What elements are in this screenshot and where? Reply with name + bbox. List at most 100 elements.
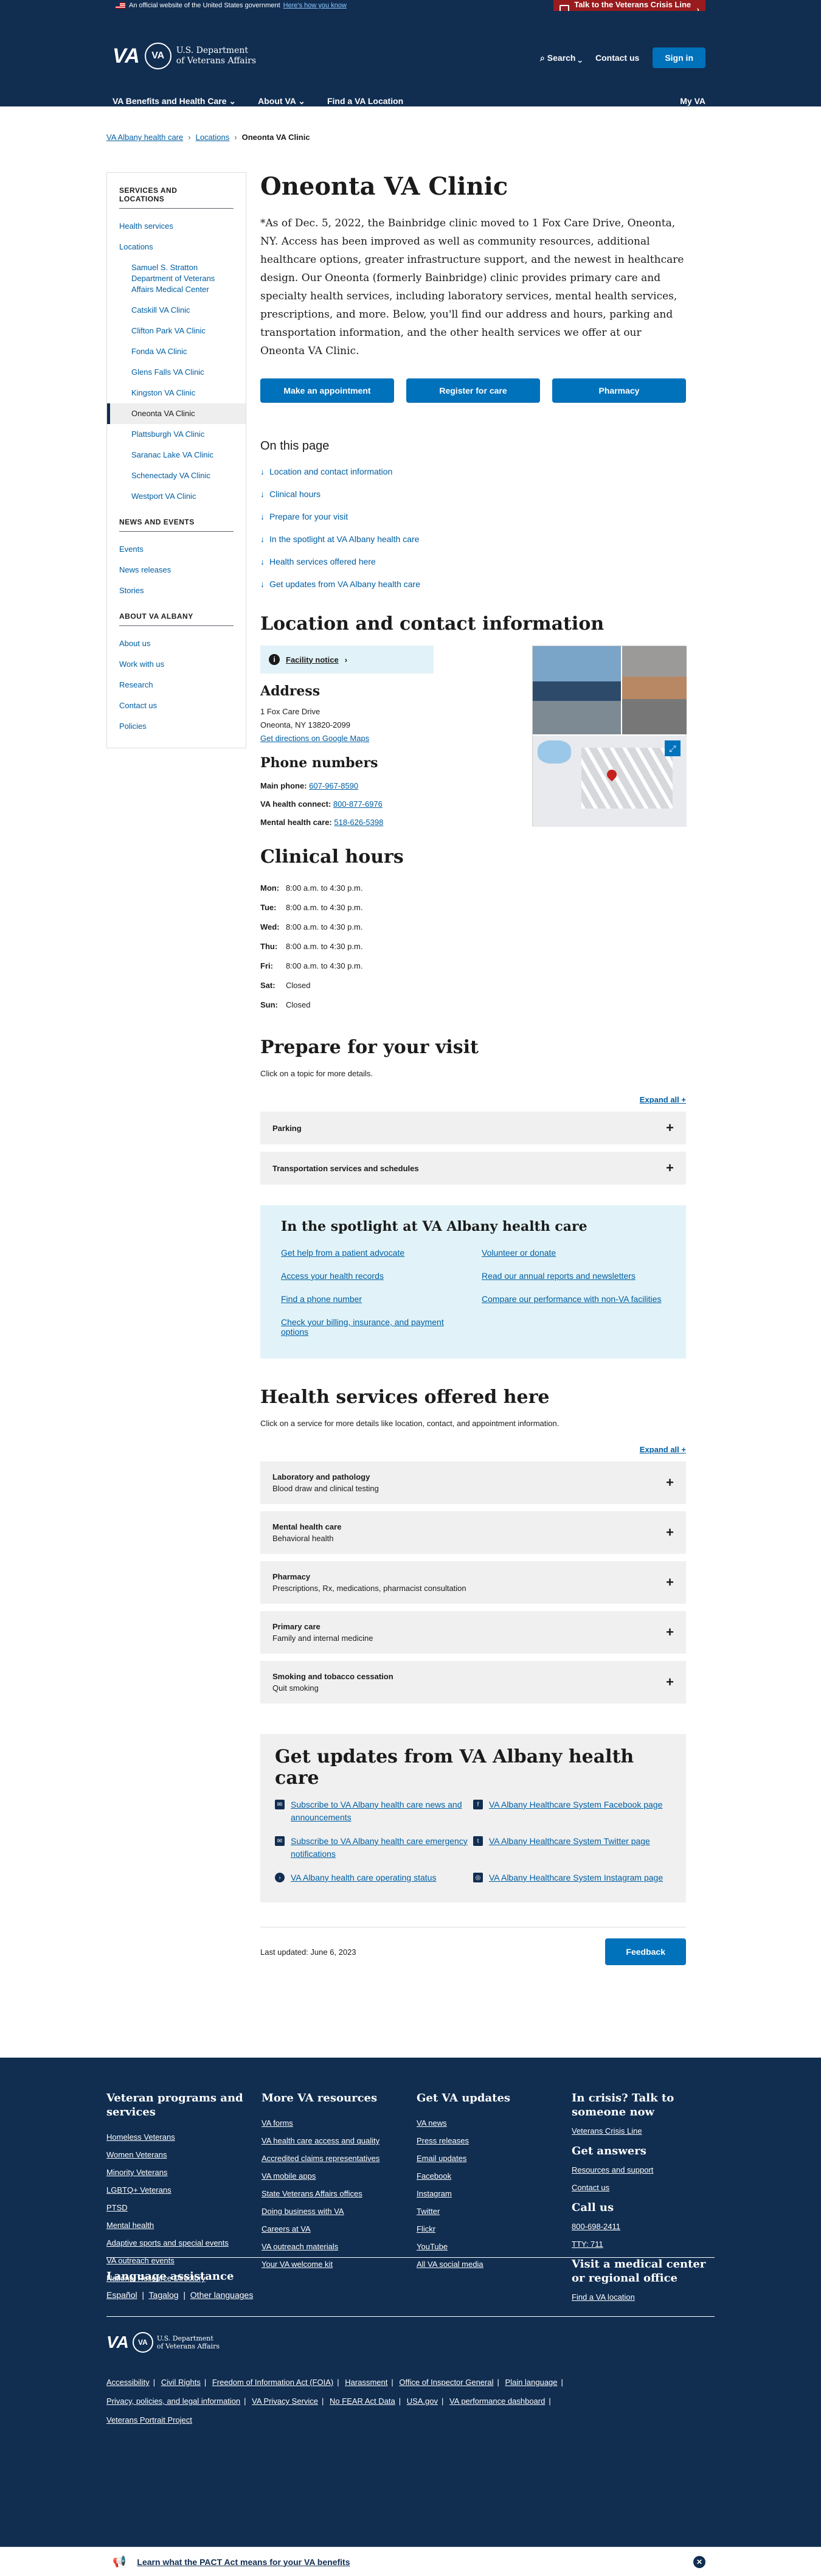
footer-legal-link[interactable]: VA Privacy Service bbox=[252, 2397, 318, 2406]
contact-us-link[interactable]: Contact us bbox=[595, 53, 639, 63]
expand-all-link[interactable]: Expand all + bbox=[640, 1095, 686, 1104]
sidebar-item-health-services[interactable]: Health services bbox=[107, 216, 246, 237]
footer-link[interactable]: Contact us bbox=[572, 2183, 715, 2192]
make-appointment-button[interactable]: Make an appointment bbox=[260, 378, 394, 403]
footer-link[interactable]: Email updates bbox=[417, 2154, 572, 2163]
updates-link[interactable]: Subscribe to VA Albany health care news … bbox=[291, 1798, 473, 1824]
footer-link[interactable]: Resources and support bbox=[572, 2165, 715, 2174]
sidebar-item-facility[interactable]: Fonda VA Clinic bbox=[107, 341, 246, 362]
toc-link[interactable]: Location and contact information bbox=[260, 467, 686, 476]
footer-link[interactable]: Instagram bbox=[417, 2189, 572, 2198]
language-link[interactable]: Other languages bbox=[190, 2290, 254, 2300]
language-link[interactable]: Español bbox=[106, 2290, 137, 2300]
toc-link[interactable]: Get updates from VA Albany health care bbox=[260, 579, 686, 589]
search-button[interactable]: ⌕ Search ⌄ bbox=[540, 53, 582, 63]
sidebar-item-facility[interactable]: Saranac Lake VA Clinic bbox=[107, 445, 246, 465]
phone-link[interactable]: 800-877-6976 bbox=[333, 799, 383, 809]
sidebar-item-stories[interactable]: Stories bbox=[107, 580, 246, 601]
spotlight-link[interactable]: Access your health records bbox=[281, 1271, 465, 1281]
footer-link[interactable]: LGBTQ+ Veterans bbox=[106, 2185, 262, 2195]
accordion-transportation[interactable]: Transportation services and schedules + bbox=[260, 1152, 686, 1185]
toc-link[interactable]: Prepare for your visit bbox=[260, 512, 686, 521]
spotlight-link[interactable]: Get help from a patient advocate bbox=[281, 1248, 465, 1258]
footer-link[interactable]: Accredited claims representatives bbox=[262, 2154, 417, 2163]
close-icon[interactable]: ✕ bbox=[693, 2556, 705, 2568]
sidebar-item-facility[interactable]: Plattsburgh VA Clinic bbox=[107, 424, 246, 445]
breadcrumb-albany[interactable]: VA Albany health care bbox=[106, 133, 183, 142]
sign-in-button[interactable]: Sign in bbox=[653, 47, 705, 68]
register-button[interactable]: Register for care bbox=[406, 378, 540, 403]
footer-legal-link[interactable]: Veterans Portrait Project bbox=[106, 2415, 192, 2425]
footer-link[interactable]: Twitter bbox=[417, 2207, 572, 2216]
facility-notice[interactable]: i Facility notice › bbox=[260, 646, 434, 674]
phone-link[interactable]: 607-967-8590 bbox=[309, 781, 358, 790]
feedback-button[interactable]: Feedback bbox=[605, 1938, 686, 1965]
updates-link[interactable]: VA Albany health care operating status bbox=[291, 1871, 436, 1884]
footer-legal-link[interactable]: Accessibility bbox=[106, 2378, 150, 2387]
spotlight-link[interactable]: Compare our performance with non-VA faci… bbox=[482, 1294, 665, 1304]
breadcrumb-locations[interactable]: Locations bbox=[196, 133, 230, 142]
sidebar-item-policies[interactable]: Policies bbox=[107, 716, 246, 737]
updates-link[interactable]: VA Albany Healthcare System Instagram pa… bbox=[489, 1871, 663, 1884]
footer-link[interactable]: Women Veterans bbox=[106, 2150, 262, 2159]
footer-link[interactable]: PTSD bbox=[106, 2203, 262, 2212]
nav-my-va[interactable]: My VA bbox=[680, 96, 705, 106]
toc-link[interactable]: Clinical hours bbox=[260, 489, 686, 499]
expand-all-link[interactable]: Expand all + bbox=[640, 1445, 686, 1454]
phone-link[interactable]: 518-626-5398 bbox=[334, 818, 383, 827]
sidebar-item-contact[interactable]: Contact us bbox=[107, 695, 246, 716]
footer-link[interactable]: VA news bbox=[417, 2118, 572, 2128]
footer-link[interactable]: Careers at VA bbox=[262, 2224, 417, 2233]
footer-link[interactable]: Mental health bbox=[106, 2221, 262, 2230]
footer-logo[interactable]: VA VA U.S. Department of Veterans Affairs bbox=[106, 2316, 715, 2353]
sidebar-item-work[interactable]: Work with us bbox=[107, 654, 246, 675]
accordion-service[interactable]: Smoking and tobacco cessation Quit smokin… bbox=[260, 1661, 686, 1704]
directions-link[interactable]: Get directions on Google Maps bbox=[260, 734, 369, 743]
sidebar-item-facility[interactable]: Kingston VA Clinic bbox=[107, 383, 246, 403]
sidebar-item-facility[interactable]: Catskill VA Clinic bbox=[107, 300, 246, 321]
accordion-service[interactable]: Mental health care Behavioral health + bbox=[260, 1511, 686, 1554]
footer-link[interactable]: VA health care access and quality bbox=[262, 2136, 417, 2145]
footer-link[interactable]: Flickr bbox=[417, 2224, 572, 2233]
sidebar-item-facility[interactable]: Schenectady VA Clinic bbox=[107, 465, 246, 486]
heres-how-you-know-link[interactable]: Here's how you know bbox=[283, 2, 347, 9]
footer-link[interactable]: Minority Veterans bbox=[106, 2168, 262, 2177]
footer-legal-link[interactable]: Harassment bbox=[345, 2378, 387, 2387]
updates-link[interactable]: VA Albany Healthcare System Facebook pag… bbox=[489, 1798, 662, 1824]
sidebar-item-news[interactable]: News releases bbox=[107, 560, 246, 580]
sidebar-item-locations[interactable]: Locations bbox=[107, 237, 246, 257]
spotlight-link[interactable]: Read our annual reports and newsletters bbox=[482, 1271, 665, 1281]
pact-act-link[interactable]: Learn what the PACT Act means for your V… bbox=[137, 2557, 350, 2567]
footer-legal-link[interactable]: Privacy, policies, and legal information bbox=[106, 2397, 240, 2406]
footer-legal-link[interactable]: No FEAR Act Data bbox=[330, 2397, 395, 2406]
sidebar-item-facility[interactable]: Clifton Park VA Clinic bbox=[107, 321, 246, 341]
facility-map[interactable]: ⤢ bbox=[533, 736, 687, 827]
footer-link[interactable]: Facebook bbox=[417, 2171, 572, 2181]
footer-link[interactable]: 800-698-2411 bbox=[572, 2222, 715, 2231]
sidebar-item-events[interactable]: Events bbox=[107, 539, 246, 560]
spotlight-link[interactable]: Volunteer or donate bbox=[482, 1248, 665, 1258]
spotlight-link[interactable]: Find a phone number bbox=[281, 1294, 465, 1304]
footer-link[interactable]: Press releases bbox=[417, 2136, 572, 2145]
footer-legal-link[interactable]: Plain language bbox=[505, 2378, 558, 2387]
nav-find-location[interactable]: Find a VA Location bbox=[327, 96, 403, 106]
footer-link[interactable]: TTY: 711 bbox=[572, 2240, 715, 2249]
updates-link[interactable]: VA Albany Healthcare System Twitter page bbox=[489, 1835, 650, 1861]
sidebar-item-facility[interactable]: Samuel S. Stratton Department of Veteran… bbox=[107, 257, 246, 300]
accordion-service[interactable]: Primary care Family and internal medicine… bbox=[260, 1611, 686, 1654]
nav-benefits[interactable]: VA Benefits and Health Care ⌄ bbox=[113, 96, 236, 106]
footer-link[interactable]: State Veterans Affairs offices bbox=[262, 2189, 417, 2198]
accordion-service[interactable]: Laboratory and pathology Blood draw and c… bbox=[260, 1461, 686, 1504]
footer-link[interactable]: Doing business with VA bbox=[262, 2207, 417, 2216]
footer-link[interactable]: Adaptive sports and special events bbox=[106, 2238, 262, 2247]
footer-legal-link[interactable]: Office of Inspector General bbox=[399, 2378, 493, 2387]
footer-legal-link[interactable]: Civil Rights bbox=[161, 2378, 201, 2387]
footer-legal-link[interactable]: USA.gov bbox=[407, 2397, 438, 2406]
footer-link[interactable]: VA outreach materials bbox=[262, 2242, 417, 2251]
footer-link[interactable]: YouTube bbox=[417, 2242, 572, 2251]
footer-link[interactable]: VA forms bbox=[262, 2118, 417, 2128]
sidebar-item-facility[interactable]: Westport VA Clinic bbox=[107, 486, 246, 507]
spotlight-link[interactable]: Check your billing, insurance, and payme… bbox=[281, 1317, 465, 1337]
facility-notice-link[interactable]: Facility notice bbox=[286, 655, 339, 664]
toc-link[interactable]: Health services offered here bbox=[260, 557, 686, 566]
